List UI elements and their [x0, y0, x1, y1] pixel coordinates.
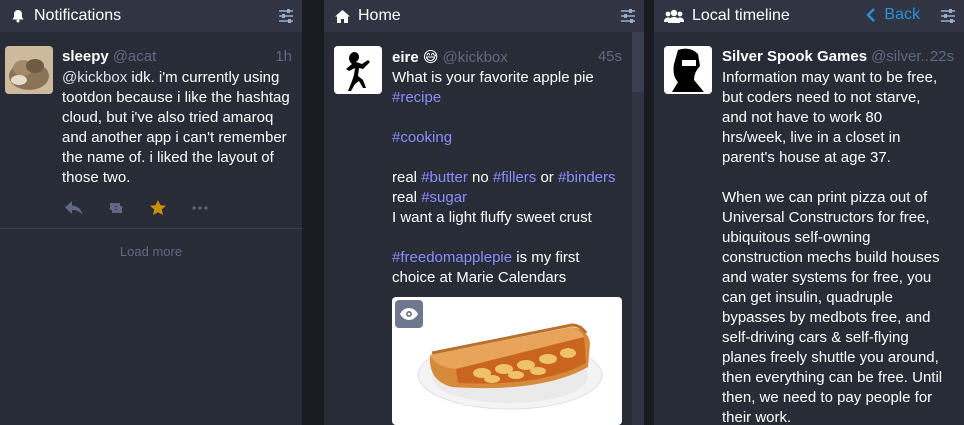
back-label: Back — [884, 6, 920, 23]
eye-icon[interactable] — [395, 300, 423, 328]
favourite-star-icon[interactable] — [148, 198, 168, 218]
load-more-button[interactable]: Load more — [0, 244, 302, 259]
content-line: their work. — [722, 409, 792, 425]
hashtag-link[interactable]: #freedomapplepie — [392, 249, 512, 266]
media-attachment-apple-pie[interactable] — [392, 297, 622, 425]
content-line: ubiquitous self-owning — [722, 229, 871, 246]
status-header: sleepy @acat 1h — [62, 48, 292, 66]
content-line: and water systems for free, you — [722, 269, 932, 286]
hashtag-link[interactable]: #cooking — [392, 129, 452, 146]
content-line: then everything can be free. Until — [722, 369, 943, 386]
chevron-left-icon — [866, 8, 876, 22]
hashtag-link[interactable]: #recipe — [392, 89, 441, 106]
hashtag-link[interactable]: #fillers — [493, 169, 536, 186]
hashtag-link[interactable]: #binders — [558, 169, 616, 186]
local-timeline-column: Local timeline Back Silver Spook Games @s… — [654, 0, 964, 425]
timestamp[interactable]: 45s — [598, 48, 622, 65]
content-line: What is your favorite apple pie — [392, 69, 594, 86]
status-header: Silver Spook Games @silver... 22s — [722, 48, 954, 66]
notifications-column: Notifications sleepy @acat 1h @kickbox id… — [0, 0, 302, 425]
display-name[interactable]: sleepy — [62, 48, 109, 65]
timestamp[interactable]: 1h — [275, 48, 292, 65]
content-line: idk. i'm currently using — [127, 69, 280, 86]
status-header: eire 😅 @kickbox 45s — [392, 48, 622, 66]
content-line: then, we need to pay people for — [722, 389, 933, 406]
account-handle[interactable]: @kickbox — [443, 49, 508, 66]
content-line: When we can print pizza out of — [722, 189, 928, 206]
content-line: tootdon because i like the hashtag — [62, 89, 290, 106]
hashtag-link[interactable]: #butter — [421, 169, 468, 186]
column-title: Local timeline — [692, 7, 790, 24]
account-handle[interactable]: @acat — [113, 48, 157, 65]
more-options-icon[interactable] — [190, 198, 210, 218]
back-button[interactable]: Back — [866, 6, 920, 24]
content-line: planes freely shuttle you around, — [722, 349, 939, 366]
bell-icon — [10, 8, 26, 24]
display-name[interactable]: Silver Spook Games — [722, 48, 867, 65]
avatar[interactable] — [334, 46, 382, 94]
boost-icon[interactable] — [106, 198, 126, 218]
timestamp[interactable]: 22s — [930, 48, 954, 65]
status-actions — [64, 198, 232, 218]
content-line: can get insulin, quadruple — [722, 289, 893, 306]
avatar[interactable] — [5, 46, 53, 94]
scrollbar-thumb[interactable] — [632, 32, 644, 92]
content-line: choice at Marie Calendars — [392, 269, 567, 286]
divider — [0, 228, 302, 229]
content-line: parent's house at age 37. — [722, 149, 891, 166]
content-line: cloud, but i've also tried amaroq — [62, 109, 274, 126]
content-line: and not have to work 80 — [722, 109, 883, 126]
content-line: construction mechs build houses — [722, 249, 940, 266]
status-content: Information may want to be free, but cod… — [722, 68, 942, 425]
mention-link[interactable]: @kickbox — [62, 69, 127, 86]
avatar[interactable] — [664, 46, 712, 94]
reply-icon[interactable] — [64, 198, 84, 218]
sweat-smile-emoji: 😅 — [422, 49, 439, 66]
users-icon — [664, 8, 684, 24]
hashtag-link[interactable]: #sugar — [421, 189, 467, 206]
status-content: @kickbox idk. i'm currently using tootdo… — [62, 68, 290, 188]
notifications-header[interactable]: Notifications — [0, 0, 302, 32]
column-settings-icon[interactable] — [278, 8, 294, 24]
account-handle[interactable]: @silver... — [871, 48, 933, 65]
content-line: hrs/week, live in a closet in — [722, 129, 901, 146]
content-line: those two. — [62, 169, 131, 186]
column-settings-icon[interactable] — [940, 8, 956, 24]
status-content: What is your favorite apple pie #recipe … — [392, 69, 616, 286]
content-line: the name of. i liked the layout of — [62, 149, 274, 166]
content-line: bypasses by medbots free, and — [722, 309, 931, 326]
display-name[interactable]: eire 😅 — [392, 49, 439, 66]
content-line: and another app i can't remember — [62, 129, 287, 146]
column-title: Notifications — [34, 7, 122, 24]
content-line: self-driving cars & self-flying — [722, 329, 909, 346]
content-line: Information may want to be free, — [722, 69, 938, 86]
content-line: I want a light fluffy sweet crust — [392, 209, 592, 226]
content-line: Universal Constructors for free, — [722, 209, 930, 226]
local-timeline-header[interactable]: Local timeline Back — [654, 0, 964, 32]
content-line: but coders need to not starve, — [722, 89, 921, 106]
